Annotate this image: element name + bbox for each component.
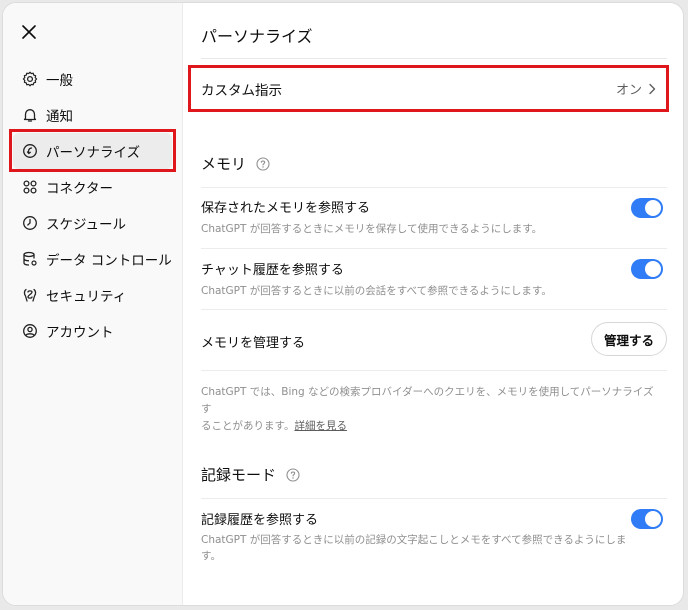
custom-instructions-value: オン <box>615 83 642 98</box>
sidebar-item-label: セキュリティ <box>46 289 127 305</box>
divider <box>201 248 667 249</box>
record-history-setting: 記録履歴を参照する ChatGPT が回答するときに以前の記録の文字起こしとメモ… <box>201 509 667 564</box>
record-mode-heading: 記録モード <box>201 464 300 485</box>
chat-history-desc: ChatGPT が回答するときに以前の会話をすべて参照できるようにします。 <box>201 285 552 297</box>
divider <box>201 309 667 310</box>
sidebar-item-label: コネクター <box>46 181 113 197</box>
settings-nav: 一般 通知 パーソナライズ コネクター スケジュール データ コントロール セキ… <box>3 61 182 349</box>
sidebar-item-notifications[interactable]: 通知 <box>3 97 182 133</box>
sidebar-item-label: パーソナライズ <box>46 145 141 161</box>
account-icon <box>21 322 39 340</box>
settings-dialog: 一般 通知 パーソナライズ コネクター スケジュール データ コントロール セキ… <box>2 2 684 606</box>
help-icon[interactable] <box>256 156 270 171</box>
record-history-desc-line: ChatGPT が回答するときに以前の記録の文字起こしとメモをすべて参照できるよ… <box>201 534 627 546</box>
bell-icon <box>21 106 39 124</box>
chat-history-toggle[interactable] <box>631 259 663 279</box>
shield-icon <box>21 286 39 304</box>
chat-history-setting: チャット履歴を参照する ChatGPT が回答するときに以前の会話をすべて参照で… <box>201 259 667 298</box>
sidebar-item-account[interactable]: アカウント <box>3 313 182 349</box>
sidebar-item-personalize[interactable]: パーソナライズ <box>13 133 172 169</box>
memory-heading: メモリ <box>201 153 270 174</box>
learn-more-link[interactable]: 詳細を見る <box>294 420 347 432</box>
saved-memory-label: 保存されたメモリを参照する <box>201 201 371 216</box>
memory-note: ChatGPT では、Bing などの検索プロバイダーへのクエリを、メモリを使用… <box>201 384 661 435</box>
record-history-desc-line: す。 <box>201 550 221 562</box>
manage-memory-button[interactable]: 管理する <box>590 322 667 356</box>
gear-icon <box>21 70 39 88</box>
sidebar-item-label: スケジュール <box>46 217 127 233</box>
database-icon <box>21 250 39 268</box>
record-mode-heading-text: 記録モード <box>201 466 277 484</box>
manage-memory-setting: メモリを管理する 管理する <box>201 322 667 356</box>
divider <box>201 498 667 499</box>
record-history-toggle[interactable] <box>631 509 663 529</box>
saved-memory-setting: 保存されたメモリを参照する ChatGPT が回答するときにメモリを保存して使用… <box>201 197 667 236</box>
clock-icon <box>21 214 39 232</box>
close-icon[interactable] <box>22 25 36 39</box>
divider <box>201 58 667 59</box>
settings-sidebar: 一般 通知 パーソナライズ コネクター スケジュール データ コントロール セキ… <box>3 3 183 605</box>
sidebar-item-connectors[interactable]: コネクター <box>3 169 182 205</box>
sidebar-item-label: 一般 <box>46 73 73 89</box>
sidebar-item-label: 通知 <box>46 109 73 125</box>
record-history-label: 記録履歴を参照する <box>201 513 319 528</box>
sidebar-item-security[interactable]: セキュリティ <box>3 277 182 313</box>
connectors-icon <box>21 178 39 196</box>
help-icon[interactable] <box>286 467 300 482</box>
record-history-desc: ChatGPT が回答するときに以前の記録の文字起こしとメモをすべて参照できるよ… <box>201 532 667 564</box>
sidebar-item-schedule[interactable]: スケジュール <box>3 205 182 241</box>
chevron-right-icon <box>649 83 656 94</box>
page-title: パーソナライズ <box>201 27 313 46</box>
close-button[interactable] <box>17 20 41 44</box>
sidebar-item-label: データ コントロール <box>46 253 172 269</box>
memory-note-text: ることがあります。 <box>201 420 295 432</box>
sidebar-item-general[interactable]: 一般 <box>3 61 182 97</box>
sidebar-item-data-controls[interactable]: データ コントロール <box>3 241 182 277</box>
settings-content: パーソナライズ カスタム指示 オン メモリ 保存されたメモリを参照する Chat… <box>184 3 683 605</box>
saved-memory-toggle[interactable] <box>631 198 663 218</box>
personalize-icon <box>21 142 39 160</box>
divider <box>201 370 667 371</box>
custom-instructions-row[interactable]: カスタム指示 オン <box>188 65 669 112</box>
saved-memory-desc: ChatGPT が回答するときにメモリを保存して使用できるようにします。 <box>201 223 543 235</box>
chat-history-label: チャット履歴を参照する <box>201 263 344 278</box>
sidebar-item-label: アカウント <box>46 325 114 341</box>
memory-note-line: ることがあります。詳細を見る <box>201 418 661 435</box>
custom-instructions-label: カスタム指示 <box>201 82 282 99</box>
memory-heading-text: メモリ <box>201 155 247 173</box>
memory-note-line: ChatGPT では、Bing などの検索プロバイダーへのクエリを、メモリを使用… <box>201 386 654 415</box>
divider <box>201 187 667 188</box>
